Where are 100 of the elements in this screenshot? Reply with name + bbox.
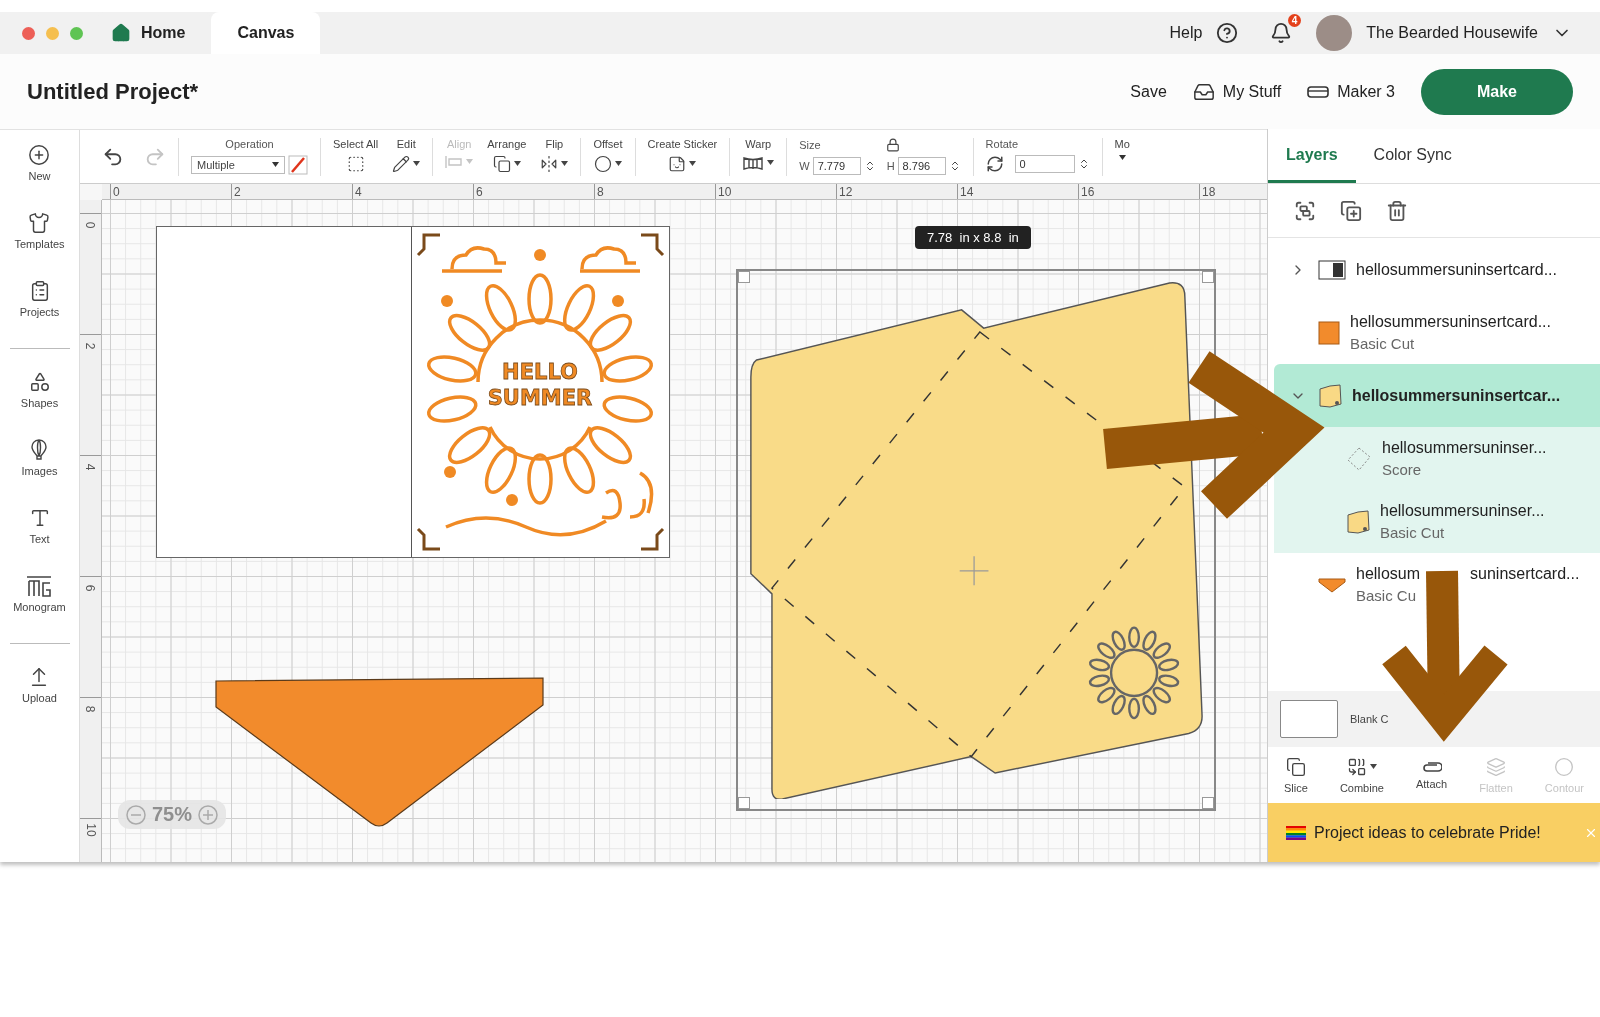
- bell-icon[interactable]: [1270, 22, 1293, 44]
- machine-icon: [1307, 84, 1330, 99]
- monogram-icon: [26, 575, 53, 597]
- project-title: Untitled Project*: [27, 78, 199, 105]
- operation-dropdown[interactable]: Multiple: [191, 155, 285, 174]
- promo-banner[interactable]: Project ideas to celebrate Pride!: [1268, 803, 1600, 862]
- duplicate-icon[interactable]: [1340, 199, 1362, 222]
- user-name[interactable]: The Bearded Housewife: [1366, 24, 1538, 42]
- sidebar-item[interactable]: Templates: [14, 212, 65, 250]
- no-color-icon: [288, 154, 308, 175]
- blank-canvas-swatch: [1280, 700, 1338, 738]
- ruler-number: 14: [957, 184, 1078, 199]
- sidebar-item[interactable]: Images: [21, 439, 58, 477]
- circle-icon: [593, 154, 612, 173]
- make-button[interactable]: Make: [1421, 68, 1573, 115]
- avatar[interactable]: [1316, 15, 1353, 51]
- layer-row[interactable]: hellosummersuninsertcard... Basic Cut: [1274, 301, 1600, 364]
- caret-icon: [561, 161, 569, 166]
- layer-thumbnail: [1346, 509, 1370, 534]
- panel-tab[interactable]: Layers: [1268, 146, 1356, 183]
- size-tooltip: 7.78 in x 8.8 in: [915, 226, 1031, 249]
- height-field[interactable]: 8.796: [897, 156, 946, 175]
- help-icon[interactable]: [1216, 22, 1239, 44]
- height-label: H: [886, 159, 895, 172]
- banner-text: Project ideas to celebrate Pride!: [1314, 823, 1541, 842]
- resize-handle[interactable]: [1202, 797, 1214, 809]
- rotate-label: Rotate: [985, 137, 1018, 150]
- balloon-icon: [30, 439, 49, 461]
- ruler-number: 2: [231, 184, 352, 199]
- lock-icon: [885, 137, 900, 152]
- ruler-number: 4: [352, 184, 473, 199]
- header-link[interactable]: Maker 3: [1307, 82, 1395, 101]
- layer-operation: Basic Cu: [1356, 587, 1418, 604]
- layer-name: hellosummersuninsertcard...: [1350, 313, 1551, 331]
- layer-row[interactable]: hellosummersuninsertcar...: [1274, 364, 1600, 427]
- blank-canvas-label: Blank C: [1350, 713, 1389, 725]
- sidebar-item[interactable]: Monogram: [13, 575, 66, 613]
- ruler-number: 16: [1078, 184, 1199, 199]
- operation-label: Operation: [225, 137, 274, 150]
- app-tab[interactable]: Canvas: [211, 12, 321, 54]
- close-window-button[interactable]: [22, 26, 35, 40]
- pencil-icon: [392, 154, 411, 173]
- caret-icon: [1369, 764, 1377, 769]
- layer-row[interactable]: hellosum suninsertcard... Basic Cu: [1274, 553, 1600, 616]
- sidebar-item[interactable]: Text: [28, 507, 51, 545]
- width-field[interactable]: 7.779: [812, 156, 861, 175]
- triangle-shape[interactable]: [215, 677, 545, 829]
- resize-handle[interactable]: [738, 271, 750, 283]
- ruler-number: 0: [110, 184, 231, 199]
- layer-action-button[interactable]: Combine: [1339, 756, 1384, 794]
- sidebar-item[interactable]: New: [28, 144, 51, 182]
- caret-icon: [767, 160, 775, 165]
- toolbar-button[interactable]: Flip: [540, 137, 569, 173]
- slice-icon: [1285, 756, 1306, 777]
- toolbar-button[interactable]: Warp: [742, 137, 775, 171]
- layer-row[interactable]: hellosummersuninser... Score: [1274, 427, 1600, 490]
- resize-handle[interactable]: [738, 797, 750, 809]
- header-link[interactable]: Save: [1130, 82, 1167, 101]
- layer-action-button[interactable]: Slice: [1284, 756, 1308, 794]
- sidebar-item[interactable]: Upload: [22, 666, 57, 704]
- home-icon: [111, 23, 131, 43]
- more-menu[interactable]: Mo: [1114, 137, 1130, 160]
- rotate-icon: [985, 154, 1004, 173]
- toolbar-button[interactable]: Create Sticker: [647, 137, 718, 173]
- panel-tab[interactable]: Color Sync: [1355, 146, 1470, 183]
- help-link[interactable]: Help: [1169, 24, 1203, 42]
- layer-action-button[interactable]: Attach: [1415, 760, 1448, 790]
- toolbar-button[interactable]: Offset: [593, 137, 623, 173]
- delete-icon[interactable]: [1386, 199, 1408, 222]
- caret-icon: [413, 161, 421, 166]
- layer-name: hellosum: [1356, 565, 1421, 583]
- layer-row[interactable]: hellosummersuninser... Basic Cut: [1274, 490, 1600, 553]
- group-icon[interactable]: [1294, 199, 1316, 222]
- ruler-number: 10: [83, 823, 98, 837]
- header-link[interactable]: My Stuff: [1192, 80, 1282, 103]
- combine-icon: [1346, 756, 1367, 777]
- caret-icon: [272, 162, 279, 167]
- sidebar-item[interactable]: Projects: [19, 280, 60, 318]
- toolbar-button[interactable]: Select All: [333, 137, 379, 173]
- ruler-number: 8: [594, 184, 715, 199]
- sidebar-item[interactable]: Shapes: [20, 371, 59, 409]
- caret-icon: [1118, 154, 1126, 160]
- caret-icon: [689, 161, 697, 166]
- size-label: Size: [799, 138, 821, 151]
- caret-icon: [466, 159, 474, 164]
- paperclip-icon: [1421, 760, 1442, 773]
- shapes-icon: [28, 371, 51, 393]
- resize-handle[interactable]: [1202, 271, 1214, 283]
- toolbar-button[interactable]: Edit: [392, 137, 421, 173]
- rotate-field[interactable]: 0: [1014, 154, 1075, 173]
- layer-row[interactable]: hellosummersuninsertcard...: [1274, 238, 1600, 301]
- notification-count: 4: [1287, 14, 1302, 27]
- layer-name: hellosummersuninser...: [1380, 502, 1545, 520]
- layer-name: hellosummersuninser...: [1382, 439, 1547, 457]
- layer-thumbnail: [1318, 576, 1346, 593]
- plus-circle-icon: [28, 144, 51, 166]
- caret-icon: [614, 161, 622, 166]
- toolbar-button[interactable]: Arrange: [487, 137, 527, 173]
- layer-thumbnail: [1318, 383, 1342, 408]
- dashed-square-icon: [346, 154, 365, 173]
